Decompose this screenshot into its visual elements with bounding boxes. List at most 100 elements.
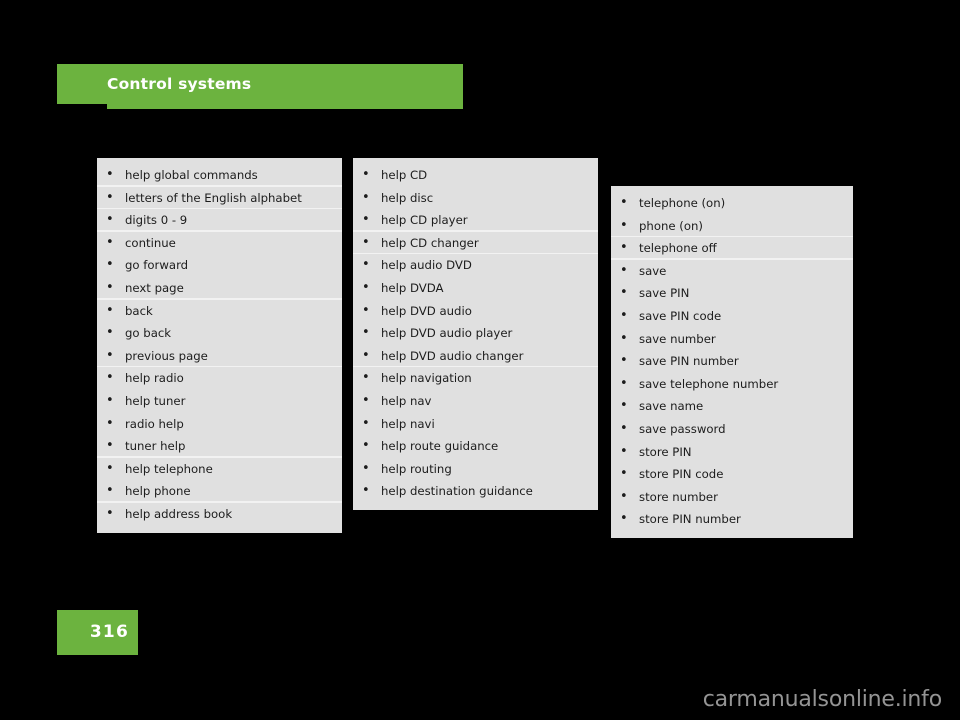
list-item: • next page — [97, 277, 342, 300]
list-item: • help telephone — [97, 458, 342, 481]
list-item: • digits 0 - 9 — [97, 209, 342, 232]
bullet-icon: • — [620, 488, 628, 504]
bullet-icon: • — [362, 167, 370, 182]
list-item-label: help phone — [125, 484, 191, 499]
list-item: • save name — [611, 395, 853, 418]
bullet-icon: • — [362, 347, 370, 363]
column-bottom-padding — [353, 503, 598, 510]
list-item-label: save telephone number — [639, 376, 779, 391]
list-item-label: tuner help — [125, 439, 186, 454]
bullet-icon: • — [620, 443, 628, 459]
page-number-label: 316 — [89, 622, 129, 642]
list-item: • help CD — [353, 164, 598, 187]
list-item: • telephone off — [611, 237, 853, 260]
list-item: • help routing — [353, 458, 598, 481]
bullet-icon: • — [362, 483, 370, 499]
bullet-icon: • — [620, 375, 628, 391]
list-item-label: telephone (on) — [639, 196, 726, 210]
bullet-icon: • — [106, 370, 114, 386]
list-item-label: help global commands — [125, 168, 258, 182]
bullet-icon: • — [362, 189, 370, 205]
list-item-label: help DVD audio — [381, 303, 472, 318]
list-item-label: help audio DVD — [381, 258, 472, 273]
bullet-icon: • — [620, 217, 628, 233]
list-item-label: save PIN number — [639, 354, 739, 369]
list-item: • save PIN code — [611, 305, 853, 328]
list-item: • help CD changer — [353, 232, 598, 255]
list-item-label: save password — [639, 421, 726, 436]
bullet-icon: • — [362, 302, 370, 318]
list-item: • letters of the English alphabet — [97, 187, 342, 210]
bullet-icon: • — [106, 483, 114, 499]
bullet-icon: • — [362, 415, 370, 431]
bullet-icon: • — [362, 279, 370, 295]
bullet-icon: • — [620, 511, 628, 527]
list-item: • help DVDA — [353, 277, 598, 300]
list-item-label: phone (on) — [639, 218, 703, 233]
command-list-column-1: • help global commands • letters of the Eng… — [97, 158, 342, 533]
bullet-icon: • — [106, 167, 114, 182]
list-item: • telephone (on) — [611, 192, 853, 215]
list-item-label: help DVD audio changer — [381, 348, 524, 363]
bullet-icon: • — [620, 420, 628, 436]
list-item: • help DVD audio changer — [353, 345, 598, 368]
list-item-label: help telephone — [125, 461, 213, 476]
command-list-column-2: • help CD • help disc • help CD player • help C… — [353, 158, 598, 510]
bullet-icon: • — [106, 189, 114, 205]
list-item: • help navi — [353, 413, 598, 436]
watermark-text: carmanualsonline.info — [702, 687, 942, 712]
page-number-badge: 316 — [57, 610, 138, 655]
bullet-icon: • — [106, 460, 114, 476]
bullet-icon: • — [106, 347, 114, 363]
list-item-label: save PIN — [639, 286, 690, 301]
list-item: • phone (on) — [611, 215, 853, 238]
list-item-label: help address book — [125, 506, 233, 521]
list-item-label: help DVDA — [381, 280, 444, 295]
list-item: • back — [97, 300, 342, 323]
bullet-icon: • — [106, 392, 114, 408]
list-item-label: letters of the English alphabet — [125, 190, 302, 205]
list-item: • help tuner — [97, 390, 342, 413]
list-item-label: telephone off — [639, 241, 717, 256]
bullet-icon: • — [362, 212, 370, 228]
list-item-label: store PIN code — [639, 467, 724, 482]
list-item-label: save name — [639, 399, 704, 414]
list-item: • help nav — [353, 390, 598, 413]
list-item-label: go forward — [125, 258, 189, 273]
list-item: • help route guidance — [353, 435, 598, 458]
list-item: • save password — [611, 418, 853, 441]
list-item: • help CD player — [353, 209, 598, 232]
list-item: • go forward — [97, 254, 342, 277]
list-item-label: help navigation — [381, 371, 472, 386]
list-item: • help navigation — [353, 367, 598, 390]
list-item-label: help CD player — [381, 213, 468, 228]
list-item-label: help destination guidance — [381, 484, 533, 499]
list-item-label: save number — [639, 331, 716, 346]
list-item-label: save — [639, 263, 667, 278]
list-item-label: help disc — [381, 190, 434, 205]
list-item: • store PIN — [611, 441, 853, 464]
list-item-label: next page — [125, 280, 184, 295]
bullet-icon: • — [362, 460, 370, 476]
list-item: • help disc — [353, 187, 598, 210]
list-item-label: store PIN number — [639, 512, 741, 527]
column-bottom-padding — [611, 531, 853, 538]
bullet-icon: • — [620, 262, 628, 278]
list-item-label: help DVD audio player — [381, 326, 513, 341]
bullet-icon: • — [106, 325, 114, 341]
bullet-icon: • — [106, 257, 114, 273]
list-item-label: previous page — [125, 348, 208, 363]
bullet-icon: • — [620, 353, 628, 369]
page-title: Control systems — [107, 75, 252, 93]
list-item: • store PIN code — [611, 463, 853, 486]
bullet-icon: • — [620, 398, 628, 414]
list-item: • help DVD audio player — [353, 322, 598, 345]
bullet-icon: • — [620, 285, 628, 301]
list-item-label: help nav — [381, 393, 432, 408]
list-item: • help destination guidance — [353, 480, 598, 503]
column-bottom-padding — [97, 526, 342, 533]
list-item-label: digits 0 - 9 — [125, 213, 188, 228]
list-item: • save PIN — [611, 282, 853, 305]
bullet-icon: • — [362, 370, 370, 386]
bullet-icon: • — [620, 466, 628, 482]
